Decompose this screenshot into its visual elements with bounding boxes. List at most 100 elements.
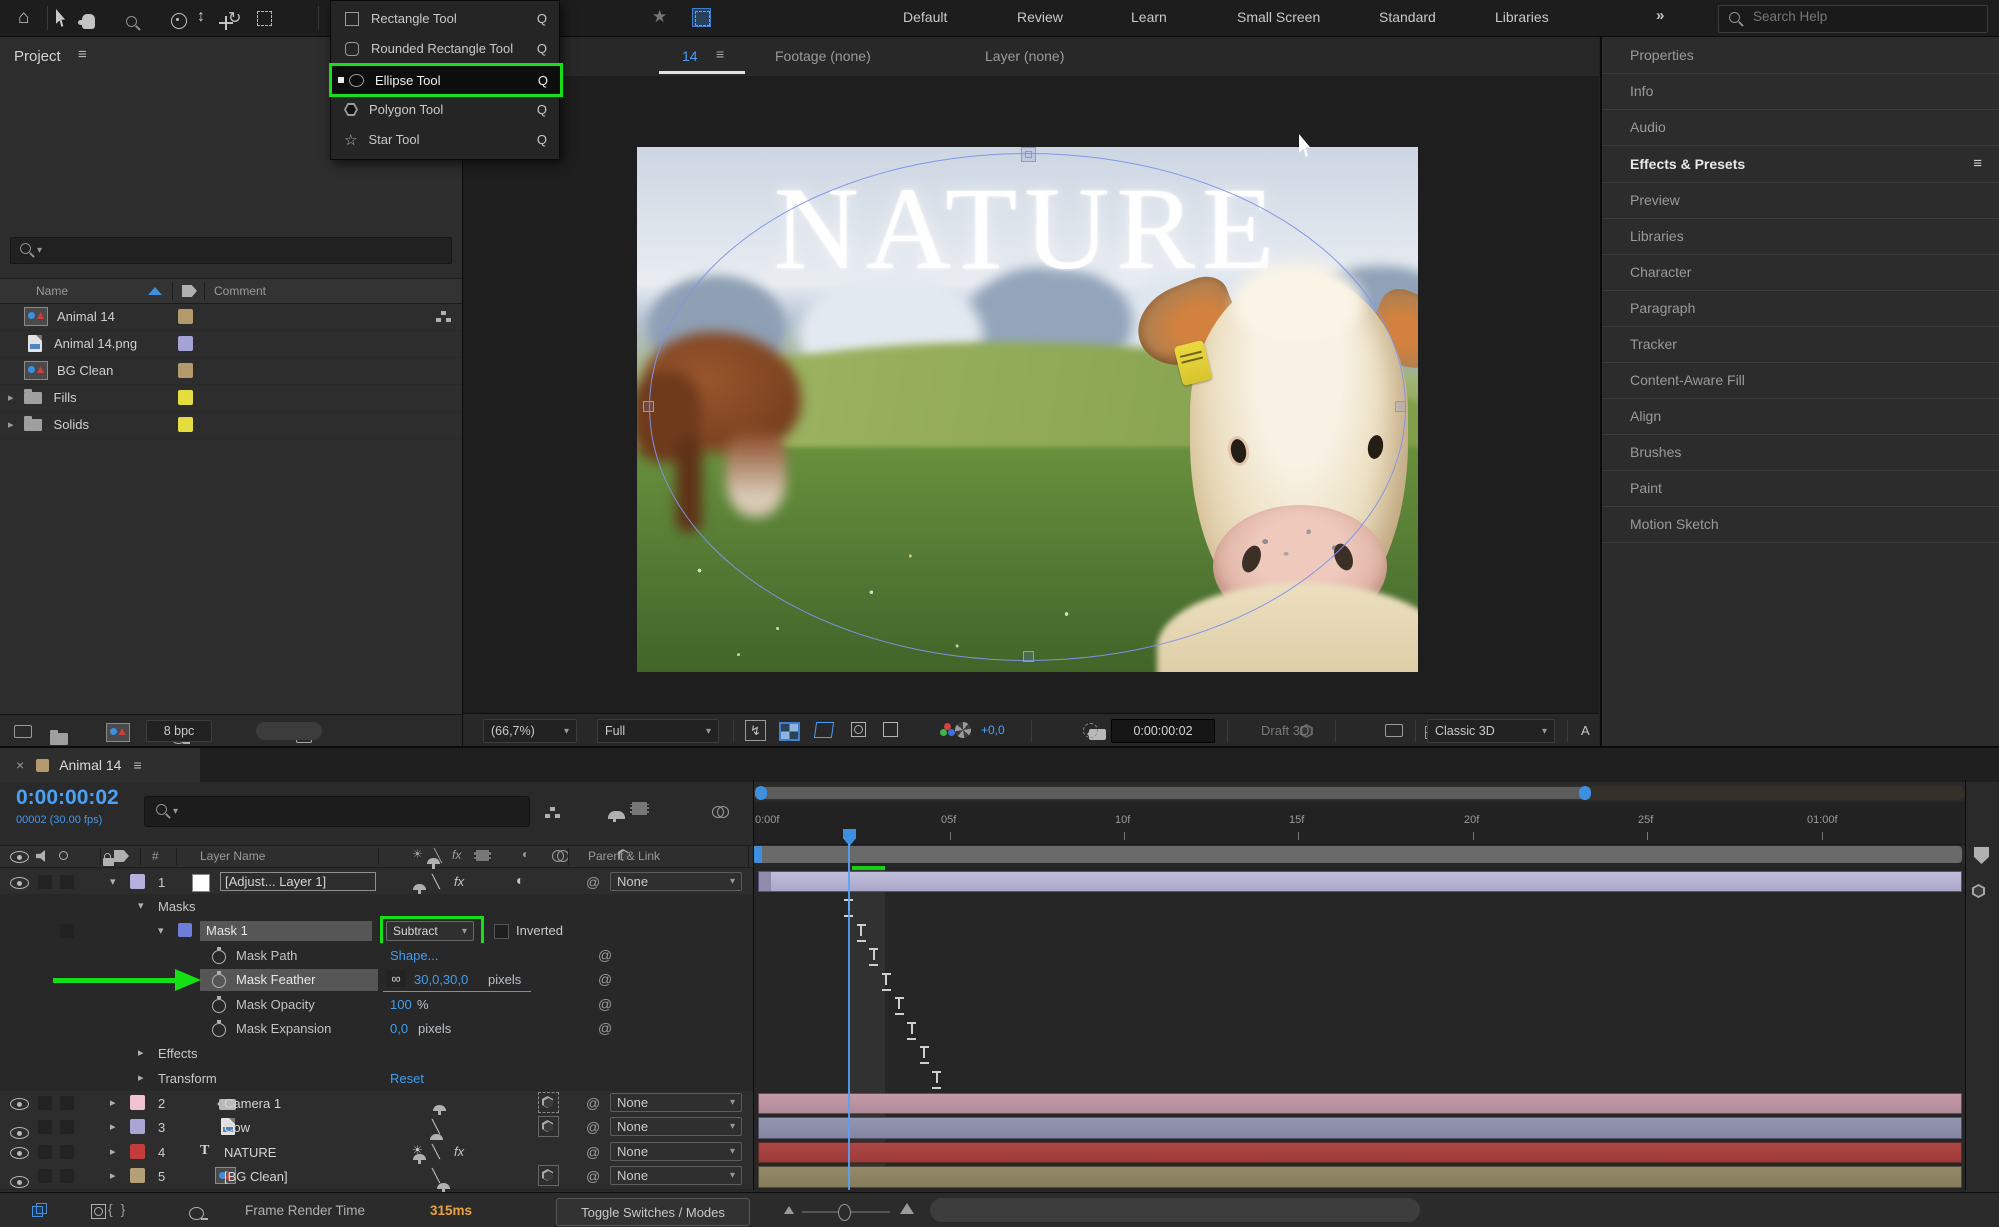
- nav-handle-left-cap[interactable]: [755, 786, 767, 800]
- sidebar-item-properties[interactable]: Properties: [1602, 37, 1999, 74]
- property-value[interactable]: 30,0,30,0: [414, 972, 468, 987]
- collapse-chevron-icon[interactable]: ▾: [138, 899, 144, 912]
- toggle-switches-button[interactable]: Toggle Switches / Modes: [556, 1198, 750, 1226]
- sidebar-item-preview[interactable]: Preview: [1602, 182, 1999, 219]
- close-icon[interactable]: ×: [16, 757, 24, 773]
- comp-tab-menu-icon[interactable]: ≡: [716, 46, 724, 62]
- visibility-eye-icon[interactable]: [10, 1098, 29, 1110]
- fx-switch-icon[interactable]: fx: [454, 1144, 464, 1159]
- frame-blending-icon[interactable]: [630, 802, 649, 815]
- mask1-row[interactable]: ▾ Mask 1 Subtract▾ Inverted: [0, 919, 753, 944]
- expand-chevron-icon[interactable]: ▸: [110, 1169, 116, 1182]
- mask-feather-row[interactable]: Mask Feather ∞ 30,0,30,0 pixels @: [0, 968, 753, 993]
- playhead-line[interactable]: [848, 844, 850, 1190]
- pan-behind-tool-icon[interactable]: [257, 11, 272, 26]
- parent-link-column-label[interactable]: Parent & Link: [588, 849, 660, 863]
- layer-row-3-cow[interactable]: ▸ 3 Cow ╲ @ None▾: [0, 1115, 753, 1141]
- comp-mini-flowchart-icon[interactable]: [545, 807, 561, 819]
- solo-empty-box[interactable]: [60, 875, 74, 889]
- workspace-tab-libraries[interactable]: Libraries: [1495, 9, 1549, 25]
- new-composition-icon[interactable]: [106, 723, 130, 742]
- parent-pickwhip-icon[interactable]: @: [586, 1095, 600, 1111]
- parent-dropdown[interactable]: None▾: [610, 872, 742, 891]
- camera-wireframe-icon[interactable]: [1385, 724, 1403, 737]
- parent-dropdown[interactable]: None▾: [610, 1166, 742, 1185]
- expand-chevron-icon[interactable]: ▸: [110, 1120, 116, 1133]
- current-timecode[interactable]: 0:00:00:02: [16, 786, 119, 810]
- resolution-dropdown[interactable]: Full▾: [597, 719, 719, 743]
- work-area-bar[interactable]: [753, 846, 1962, 863]
- effects-group-row[interactable]: ▸ Effects: [0, 1041, 753, 1067]
- sidebar-item-info[interactable]: Info: [1602, 73, 1999, 110]
- visibility-eye-icon[interactable]: [10, 1147, 29, 1159]
- hand-tool-icon[interactable]: [82, 14, 95, 29]
- comp-tab-label[interactable]: 14: [682, 48, 698, 64]
- rotation-tool-icon[interactable]: ↻: [228, 8, 241, 28]
- layer-name-box[interactable]: [Adjust... Layer 1]: [220, 872, 376, 891]
- parent-pickwhip-icon[interactable]: @: [586, 1168, 600, 1184]
- timeline-track-area[interactable]: [753, 863, 1965, 1193]
- mask-color-chip[interactable]: [178, 923, 192, 937]
- expand-layers-icon[interactable]: [32, 1203, 47, 1218]
- label-column-icon[interactable]: [182, 285, 197, 297]
- help-search-box[interactable]: [1718, 5, 1988, 33]
- project-search-input[interactable]: [51, 240, 435, 256]
- adjustment-layer-switch-icon[interactable]: ◐: [516, 872, 524, 888]
- zoom-out-mountain-icon[interactable]: [784, 1206, 794, 1214]
- sidebar-item-align[interactable]: Align: [1602, 398, 1999, 435]
- quality-switch-icon[interactable]: ╲: [432, 1144, 440, 1160]
- audio-empty-box[interactable]: [38, 1096, 52, 1110]
- inverted-checkbox[interactable]: [494, 924, 509, 939]
- layer-row-1-adjustment[interactable]: ▾ 1 [Adjust... Layer 1] ╲ fx ◐ @ None▾: [0, 870, 753, 895]
- search-options-caret[interactable]: ▾: [173, 806, 178, 817]
- workspace-tab-review[interactable]: Review: [1017, 9, 1063, 25]
- parent-pickwhip-icon[interactable]: @: [586, 1144, 600, 1160]
- project-item-solids[interactable]: ▸ Solids: [0, 411, 462, 439]
- solo-empty-box[interactable]: [60, 1096, 74, 1110]
- sidebar-item-tracker[interactable]: Tracker: [1602, 326, 1999, 363]
- panel-menu-icon[interactable]: ≡: [1973, 155, 1982, 172]
- collapse-chevron-icon[interactable]: ▸: [138, 1046, 144, 1059]
- layer-label-chip[interactable]: [130, 874, 145, 889]
- quality-switch-icon[interactable]: ╲: [432, 1119, 440, 1135]
- workspace-overflow-chevron[interactable]: »: [1656, 7, 1664, 24]
- cow-layer-bar[interactable]: [758, 1117, 1962, 1139]
- stopwatch-icon[interactable]: [212, 950, 226, 964]
- comp-button-icon[interactable]: [1972, 884, 1985, 898]
- crop-region-icon[interactable]: [883, 722, 898, 737]
- camera-tool-box[interactable]: [538, 1092, 559, 1113]
- exposure-value[interactable]: +0,0: [981, 723, 1005, 737]
- renderer-dropdown[interactable]: Classic 3D▾: [1427, 719, 1555, 743]
- layer-label-chip[interactable]: [130, 1119, 145, 1134]
- layer-label-chip[interactable]: [130, 1168, 145, 1183]
- project-item-animal14png[interactable]: Animal 14.png: [0, 330, 462, 358]
- viewer-canvas-area[interactable]: NATURE: [463, 76, 1599, 713]
- panel-resize-pill[interactable]: [256, 722, 322, 740]
- expand-chevron-icon[interactable]: ▸: [110, 1145, 116, 1158]
- work-area-start-handle[interactable]: [753, 846, 762, 863]
- new-folder-icon[interactable]: [50, 733, 68, 745]
- quality-switch-icon[interactable]: ╲: [432, 874, 440, 890]
- fx-switch-icon[interactable]: fx: [454, 874, 464, 889]
- audio-empty-box[interactable]: [38, 1169, 52, 1183]
- sidebar-item-libraries[interactable]: Libraries: [1602, 218, 1999, 255]
- audio-empty-box[interactable]: [38, 1145, 52, 1159]
- help-search-input[interactable]: [1751, 8, 1975, 25]
- layer-name-column-label[interactable]: Layer Name: [200, 849, 265, 863]
- ellipse-mask-outline[interactable]: [649, 153, 1406, 661]
- zoom-in-mountain-icon[interactable]: [900, 1203, 914, 1214]
- transparency-grid-icon[interactable]: [779, 722, 800, 741]
- property-pickwhip-icon[interactable]: @: [598, 996, 612, 1012]
- solo-empty-box[interactable]: [60, 1120, 74, 1134]
- sidebar-item-effects-presets[interactable]: Effects & Presets ≡: [1602, 145, 1999, 183]
- mask-expansion-row[interactable]: Mask Expansion 0,0 pixels @: [0, 1017, 753, 1042]
- project-item-fills[interactable]: ▸ Fills: [0, 384, 462, 412]
- project-item-bgclean[interactable]: BG Clean: [0, 357, 462, 385]
- render-time-snail-icon[interactable]: [189, 1207, 204, 1220]
- collapse-switch-icon[interactable]: [433, 1105, 446, 1111]
- visibility-eye-icon[interactable]: [10, 1127, 29, 1139]
- mask-path-row[interactable]: Mask Path Shape... @: [0, 943, 753, 969]
- fast-preview-icon[interactable]: ↯: [745, 720, 766, 741]
- nature-layer-bar[interactable]: [758, 1142, 1962, 1163]
- column-comment[interactable]: Comment: [214, 284, 266, 298]
